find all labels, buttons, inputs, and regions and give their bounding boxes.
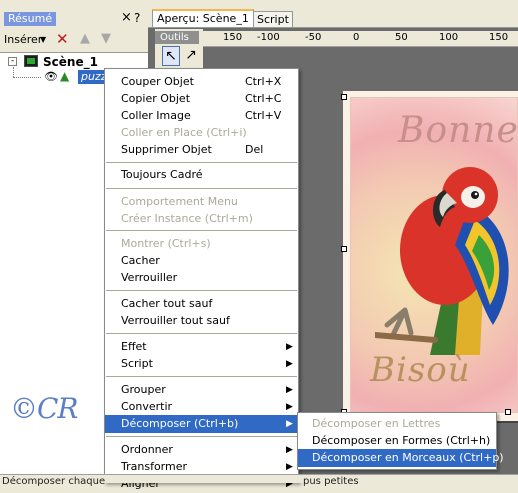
submenu-arrow-icon: ▶ [286,385,293,395]
menu-item[interactable]: Ordonner ▶ [105,441,298,459]
tab-preview[interactable]: Aperçu: Scène_1 [152,9,254,28]
tree-connector [13,67,14,77]
menu-item-label: Toujours Cadré [121,168,203,181]
tools-title: Outils [155,31,199,44]
scene-icon [24,55,38,67]
menu-item: Comportement Menu [105,193,298,211]
submenu-arrow-icon: ▶ [286,359,293,369]
move-up-icon[interactable]: ▲ [80,30,90,48]
submenu-item: Décomposer en Lettres [312,417,441,430]
menu-item-label: Convertir [121,400,173,413]
submenu-arrow-icon: ▶ [286,402,293,412]
menu-item[interactable]: Toujours Cadré [105,166,298,184]
menu-item[interactable]: Script ▶ [105,355,298,373]
menu-separator [106,290,297,291]
submenu-item[interactable]: Décomposer en Morceaux (Ctrl+p) [298,449,504,467]
menu-item-label: Copier Objet [121,92,191,105]
menu-separator [106,230,297,231]
move-down-icon[interactable]: ▼ [101,30,111,48]
submenu-arrow-icon: ▶ [286,445,293,455]
tab-script[interactable]: Script [253,11,293,28]
menu-item[interactable]: Couper Objet Ctrl+X [105,73,298,91]
menu-item[interactable]: Effet ▶ [105,338,298,356]
ruler-tick: 50 [395,32,408,43]
menu-separator [106,376,297,377]
parrot-illustration [375,167,509,355]
menu-item-label: Verrouiller [121,271,178,284]
menu-item-label: Coller en Place (Ctrl+i) [121,126,247,139]
ruler-tick: 150 [223,32,243,43]
menu-item[interactable]: Décomposer (Ctrl+b) ▶ [105,415,298,433]
submenu-arrow-icon: ▶ [286,419,293,429]
canvas-text-top: Bonne [398,110,518,151]
menu-separator [106,162,297,163]
menu-item: Créer Instance (Ctrl+m) [105,210,298,228]
insert-dropdown-icon[interactable]: ▼ [40,33,46,47]
menu-item: Montrer (Ctrl+s) [105,235,298,253]
menu-item-label: Décomposer (Ctrl+b) [121,417,239,430]
context-menu: Couper Objet Ctrl+X Copier Objet Ctrl+C Coll… [104,68,299,490]
menu-item-label: Comportement Menu [121,195,238,208]
watermark-logo: ©CR [10,392,79,425]
menu-item[interactable]: Cacher tout sauf [105,295,298,313]
menu-item-label: Cacher tout sauf [121,297,213,310]
menu-separator [106,333,297,334]
menu-item-label: Cacher [121,254,160,267]
horizontal-ruler: 150 -100 -50 0 50 100 150 [201,31,518,47]
menu-item[interactable]: Supprimer Objet Del [105,141,298,159]
menu-item-label: Couper Objet [121,75,194,88]
menu-item[interactable]: Convertir ▶ [105,398,298,416]
node-select-icon[interactable]: ↗ [182,46,200,66]
submenu-arrow-icon: ▶ [286,342,293,352]
menu-item-shortcut: Ctrl+V [245,109,282,122]
menu-item-label: Coller Image [121,109,191,122]
menu-item[interactable]: Coller Image Ctrl+V [105,107,298,125]
tree-expander-icon[interactable]: - [8,57,17,66]
tree-connector [13,77,41,78]
menu-item[interactable]: Grouper ▶ [105,381,298,399]
menu-item-label: Transformer [121,460,188,473]
menu-item-label: Grouper [121,383,166,396]
selection-handle[interactable] [341,246,347,252]
summary-title: Résumé [4,12,57,26]
canvas-text-bottom: Bisoù [370,350,471,390]
decompose-submenu: Décomposer en Lettres Décomposer en Forme… [297,412,504,470]
menu-item[interactable]: Cacher [105,252,298,270]
insert-button[interactable]: Insérer [4,33,42,47]
tree-item-scene[interactable]: Scène_1 [43,54,98,70]
close-icon[interactable]: × [121,10,132,26]
menu-item-label: Ordonner [121,443,173,456]
status-text-right: pus petites [303,476,359,487]
ruler-tick: 150 [489,32,509,43]
menu-item-label: Effet [121,340,147,353]
menu-item-label: Supprimer Objet [121,143,212,156]
menu-item-label: Créer Instance (Ctrl+m) [121,212,253,225]
menu-item: Coller en Place (Ctrl+i) [105,124,298,142]
select-arrow-icon[interactable]: ↖ [162,46,180,66]
menu-separator [106,188,297,189]
shape-icon: ▲ [60,69,70,83]
delete-icon[interactable]: ✕ [56,30,69,48]
menu-item[interactable]: Copier Objet Ctrl+C [105,90,298,108]
menu-separator [106,436,297,437]
menu-item-shortcut: Ctrl+X [245,75,282,88]
submenu-item[interactable]: Décomposer en Formes (Ctrl+h) [298,432,496,450]
ruler-tick: -50 [305,32,322,43]
ruler-tick: 0 [353,32,360,43]
menu-item[interactable]: Verrouiller tout sauf [105,312,298,330]
menu-item-shortcut: Del [245,143,264,156]
selection-handle[interactable] [341,94,347,100]
menu-item[interactable]: Verrouiller [105,269,298,287]
menu-item-label: Verrouiller tout sauf [121,314,230,327]
status-text-left: Décomposer chaque [2,476,106,487]
selection-handle[interactable] [505,409,511,415]
menu-item-label: Montrer (Ctrl+s) [121,237,211,250]
menu-item-shortcut: Ctrl+C [245,92,282,105]
ruler-tick: -100 [257,32,280,43]
eye-icon[interactable]: 👁 [44,71,58,83]
ruler-tick: 100 [439,32,459,43]
menu-item-label: Script [121,357,153,370]
help-icon[interactable]: ? [134,10,140,26]
